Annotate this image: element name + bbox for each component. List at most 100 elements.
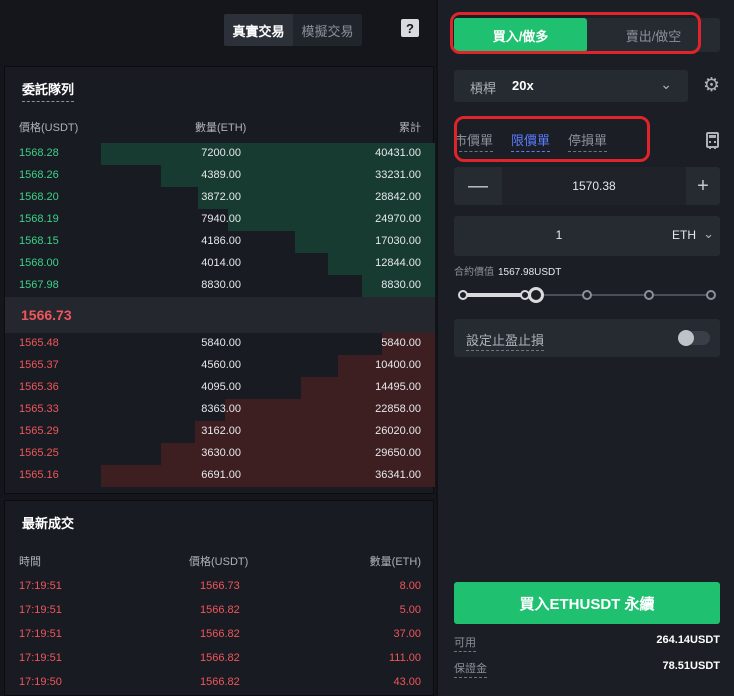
slider-stop-75[interactable] bbox=[644, 290, 654, 300]
row-qty: 3872.00 bbox=[201, 191, 241, 203]
slider-stop-100[interactable] bbox=[706, 290, 716, 300]
table-row[interactable]: 1565.29 3162.00 26020.00 bbox=[5, 421, 435, 443]
trade-qty: 8.00 bbox=[399, 580, 421, 592]
list-item: 17:19:51 1566.82 5.00 bbox=[5, 601, 435, 625]
increase-price-button[interactable]: + bbox=[686, 167, 720, 205]
table-row[interactable]: 1565.33 8363.00 22858.00 bbox=[5, 399, 435, 421]
quantity-field[interactable]: 1 ETH ⌄ bbox=[454, 216, 720, 256]
row-qty: 4389.00 bbox=[201, 169, 241, 181]
row-price: 1565.25 bbox=[19, 447, 59, 459]
trade-time: 17:19:51 bbox=[19, 652, 62, 664]
order-panel: 買入/做多 賣出/做空 槓桿 20x ⌄ ⚙ 市價單 限價單 停損單 — 157… bbox=[438, 0, 734, 696]
table-row[interactable]: 1565.25 3630.00 29650.00 bbox=[5, 443, 435, 465]
row-price: 1565.16 bbox=[19, 469, 59, 481]
row-cumulative: 26020.00 bbox=[375, 425, 421, 437]
trade-price: 1566.82 bbox=[200, 652, 240, 664]
row-qty: 7940.00 bbox=[201, 213, 241, 225]
order-book-panel: 委託隊列 價格(USDT) 數量(ETH) 累計 1568.28 7200.00 4… bbox=[4, 66, 435, 494]
leverage-label: 槓桿 bbox=[470, 81, 497, 96]
trade-price: 1566.82 bbox=[200, 604, 240, 616]
amount-slider[interactable] bbox=[458, 286, 716, 304]
price-input[interactable]: 1570.38 bbox=[502, 167, 686, 205]
trade-price: 1566.82 bbox=[200, 628, 240, 640]
row-price: 1568.26 bbox=[19, 169, 59, 181]
row-cumulative: 12844.00 bbox=[375, 257, 421, 269]
trade-time: 17:19:51 bbox=[19, 580, 62, 592]
row-cumulative: 10400.00 bbox=[375, 359, 421, 371]
row-qty: 7200.00 bbox=[201, 147, 241, 159]
slider-thumb[interactable] bbox=[528, 287, 544, 303]
table-row[interactable]: 1567.98 8830.00 8830.00 bbox=[5, 275, 435, 297]
market-column: 真實交易 模擬交易 ? 委託隊列 價格(USDT) 數量(ETH) 累計 156… bbox=[0, 0, 436, 696]
bid-rows: 1568.28 7200.00 40431.00 1568.26 4389.00 3323… bbox=[5, 143, 435, 297]
table-row[interactable]: 1565.37 4560.00 10400.00 bbox=[5, 355, 435, 377]
row-price: 1568.00 bbox=[19, 257, 59, 269]
leverage-select[interactable]: 槓桿 20x ⌄ bbox=[454, 70, 688, 102]
col-price: 價格(USDT) bbox=[19, 122, 79, 134]
row-price: 1568.19 bbox=[19, 213, 59, 225]
slider-stop-0[interactable] bbox=[458, 290, 468, 300]
row-price: 1565.29 bbox=[19, 425, 59, 437]
real-trading-tab[interactable]: 真實交易 bbox=[224, 14, 293, 46]
trade-qty: 37.00 bbox=[393, 628, 421, 640]
row-qty: 6691.00 bbox=[201, 469, 241, 481]
trade-qty: 5.00 bbox=[399, 604, 421, 616]
table-row[interactable]: 1568.15 4186.00 17030.00 bbox=[5, 231, 435, 253]
highlight-side-switch bbox=[450, 12, 701, 54]
submit-buy-button[interactable]: 買入ETHUSDT 永續 bbox=[454, 582, 720, 624]
trade-price: 1566.82 bbox=[200, 676, 240, 688]
row-qty: 4095.00 bbox=[201, 381, 241, 393]
col-trade-price: 價格(USDT) bbox=[189, 556, 249, 568]
trade-qty: 111.00 bbox=[388, 652, 421, 664]
recent-trades-title: 最新成交 bbox=[22, 516, 75, 531]
order-book-title[interactable]: 委託隊列 bbox=[22, 79, 75, 102]
quantity-unit[interactable]: ETH bbox=[672, 228, 696, 242]
calculator-icon[interactable] bbox=[706, 132, 719, 149]
row-price: 1568.20 bbox=[19, 191, 59, 203]
simulated-trading-tab[interactable]: 模擬交易 bbox=[293, 14, 362, 46]
mid-price-bar: 1566.73 bbox=[5, 297, 435, 333]
table-row[interactable]: 1568.26 4389.00 33231.00 bbox=[5, 165, 435, 187]
row-cumulative: 33231.00 bbox=[375, 169, 421, 181]
row-cumulative: 28842.00 bbox=[375, 191, 421, 203]
tp-sl-toggle[interactable] bbox=[678, 330, 710, 346]
table-row[interactable]: 1565.36 4095.00 14495.00 bbox=[5, 377, 435, 399]
slider-stop-50[interactable] bbox=[582, 290, 592, 300]
available-label: 可用 bbox=[454, 634, 476, 652]
mid-price: 1566.73 bbox=[21, 307, 72, 323]
price-stepper: — 1570.38 + bbox=[454, 167, 720, 205]
chevron-down-icon: ⌄ bbox=[660, 76, 672, 92]
table-row[interactable]: 1568.20 3872.00 28842.00 bbox=[5, 187, 435, 209]
gear-icon[interactable]: ⚙ bbox=[703, 76, 720, 96]
row-cumulative: 14495.00 bbox=[375, 381, 421, 393]
chevron-down-icon[interactable]: ⌄ bbox=[703, 226, 714, 242]
row-qty: 8363.00 bbox=[201, 403, 241, 415]
tp-sl-row: 設定止盈止損 bbox=[454, 319, 720, 357]
row-qty: 4014.00 bbox=[201, 257, 241, 269]
margin-label: 保證金 bbox=[454, 660, 487, 678]
row-price: 1567.98 bbox=[19, 279, 59, 291]
trade-time: 17:19:51 bbox=[19, 628, 62, 640]
trading-screen: 真實交易 模擬交易 ? 委託隊列 價格(USDT) 數量(ETH) 累計 156… bbox=[0, 0, 734, 696]
col-cumulative: 累計 bbox=[399, 122, 421, 134]
list-item: 17:19:50 1566.82 43.00 bbox=[5, 673, 435, 696]
margin-balance: 保證金 78.51USDT bbox=[454, 660, 720, 678]
contract-value-label: 合約價值 bbox=[454, 267, 494, 278]
table-row[interactable]: 1565.16 6691.00 36341.00 bbox=[5, 465, 435, 487]
row-price: 1565.48 bbox=[19, 337, 59, 349]
col-trade-qty: 數量(ETH) bbox=[369, 556, 421, 568]
tp-sl-label: 設定止盈止損 bbox=[466, 330, 545, 351]
row-qty: 8830.00 bbox=[201, 279, 241, 291]
table-row[interactable]: 1568.00 4014.00 12844.00 bbox=[5, 253, 435, 275]
row-price: 1568.15 bbox=[19, 235, 59, 247]
table-row[interactable]: 1568.19 7940.00 24970.00 bbox=[5, 209, 435, 231]
decrease-price-button[interactable]: — bbox=[454, 167, 502, 205]
table-row[interactable]: 1565.48 5840.00 5840.00 bbox=[5, 333, 435, 355]
trade-time: 17:19:51 bbox=[19, 604, 62, 616]
contract-value: 合約價值 1567.98USDT bbox=[454, 263, 561, 278]
help-icon[interactable]: ? bbox=[401, 19, 419, 37]
list-item: 17:19:51 1566.73 8.00 bbox=[5, 577, 435, 601]
row-cumulative: 17030.00 bbox=[375, 235, 421, 247]
row-price: 1565.37 bbox=[19, 359, 59, 371]
table-row[interactable]: 1568.28 7200.00 40431.00 bbox=[5, 143, 435, 165]
